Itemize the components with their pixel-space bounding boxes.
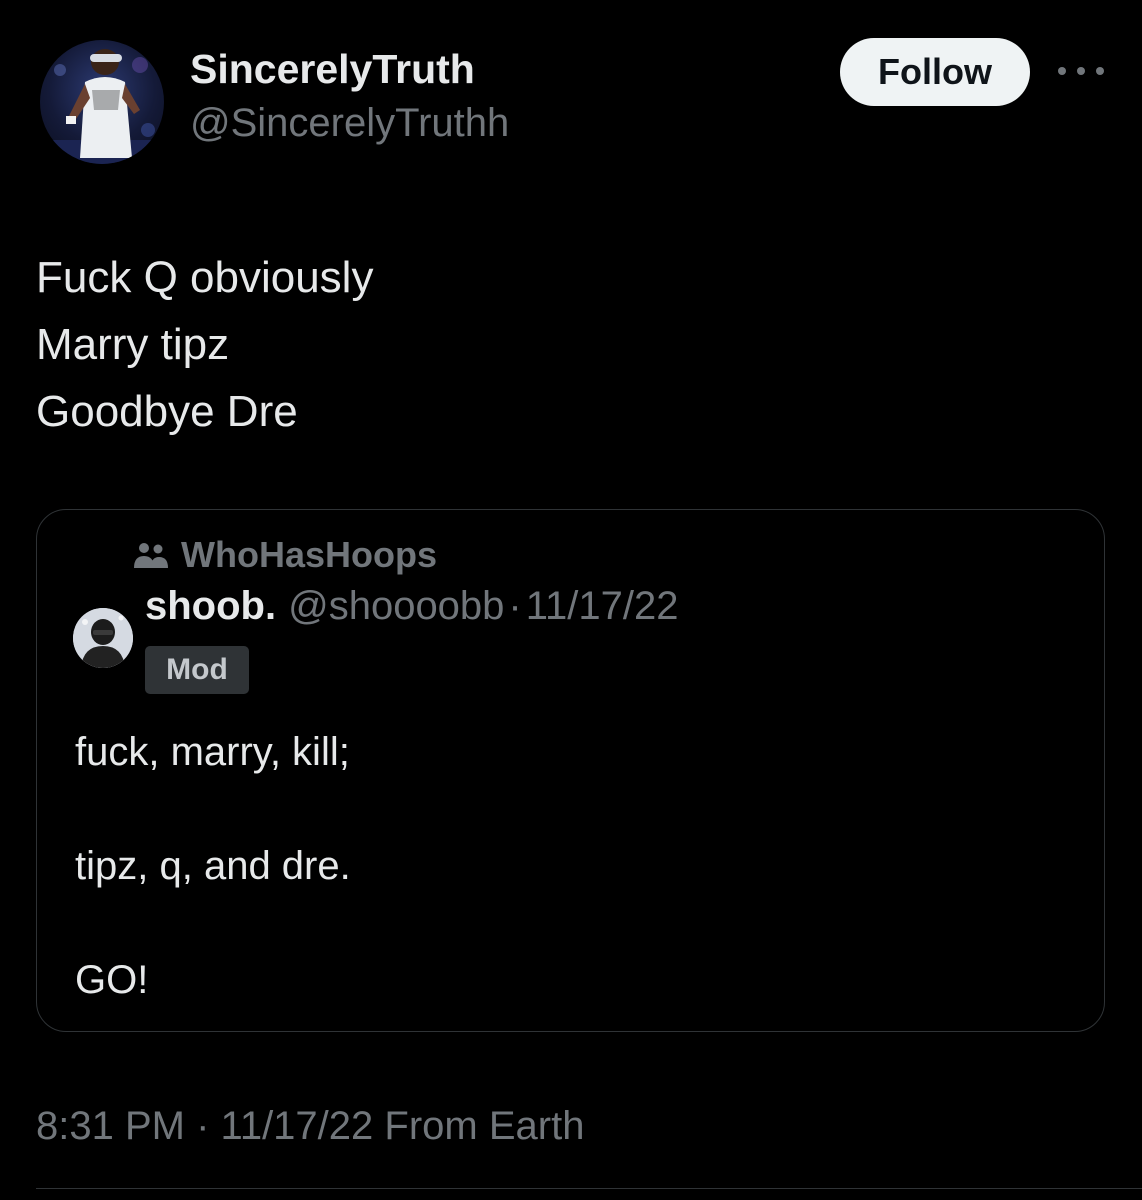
community-name: WhoHasHoops (181, 534, 437, 575)
more-dot (1077, 67, 1085, 75)
quoted-text-line: fuck, marry, kill; (75, 730, 350, 774)
user-display-name[interactable]: SincerelyTruth (190, 46, 475, 93)
quoted-user-avatar-image (73, 608, 133, 668)
quoted-text-line (75, 781, 351, 838)
quoted-text-line (75, 895, 351, 952)
community-icon (134, 543, 168, 568)
quoted-tweet-card[interactable]: WhoHasHoops shoob. @shoooobb · 11/17/22 Mod… (36, 509, 1105, 1032)
user-avatar-image (40, 49, 164, 164)
divider (36, 1188, 1142, 1189)
tweet-time[interactable]: 8:31 PM (36, 1104, 185, 1148)
tweet-date[interactable]: 11/17/22 (221, 1104, 374, 1148)
tweet-meta: 8:31 PM · 11/17/22 From Earth (36, 1104, 584, 1149)
more-options-icon[interactable] (1058, 58, 1104, 84)
quoted-user-line: shoob. @shoooobb · 11/17/22 (145, 584, 678, 629)
tweet-text-line: Marry tipz (36, 320, 230, 369)
more-dot (1096, 67, 1104, 75)
user-handle[interactable]: @SincerelyTruthh (190, 101, 509, 146)
quoted-user-handle[interactable]: @shoooobb (288, 584, 504, 628)
quoted-user-avatar[interactable] (73, 608, 133, 668)
tweet-text-line: Goodbye Dre (36, 387, 298, 436)
follow-button[interactable]: Follow (840, 38, 1030, 106)
quoted-text-line: tipz, q, and dre. (75, 844, 351, 888)
tweet: SincerelyTruth @SincerelyTruthh Follow F… (0, 0, 1142, 1200)
quoted-date[interactable]: 11/17/22 (526, 584, 679, 628)
quoted-separator: · (508, 584, 522, 628)
tweet-text: Fuck Q obviously Marry tipz Goodbye Dre (36, 244, 373, 445)
tweet-text-line: Fuck Q obviously (36, 253, 374, 302)
quoted-tweet-text: fuck, marry, kill; tipz, q, and dre. GO! (75, 724, 351, 1009)
community-label[interactable]: WhoHasHoops (133, 534, 437, 576)
tweet-source: From Earth (384, 1104, 585, 1148)
quoted-text-line: GO! (75, 958, 149, 1002)
user-avatar[interactable] (40, 40, 164, 164)
mod-badge: Mod (145, 646, 249, 694)
more-dot (1058, 67, 1066, 75)
meta-separator: · (196, 1104, 210, 1148)
quoted-user-display-name[interactable]: shoob. (145, 584, 276, 628)
